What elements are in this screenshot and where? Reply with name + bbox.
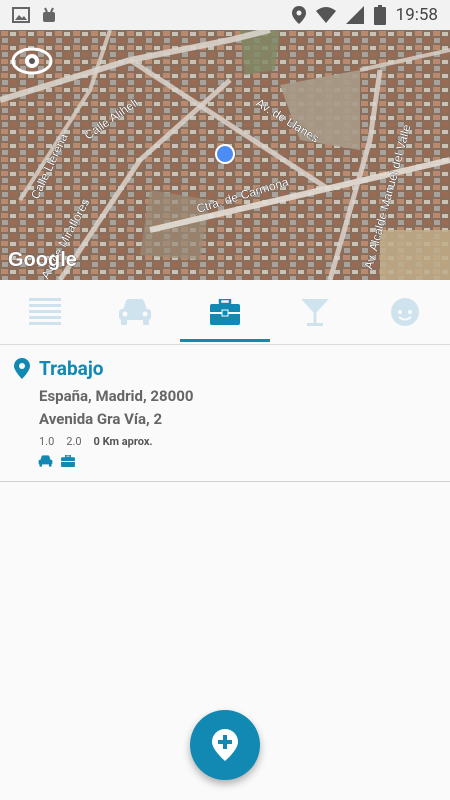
current-location-dot bbox=[215, 144, 235, 164]
location-status-icon bbox=[291, 6, 306, 24]
tab-family[interactable] bbox=[360, 280, 450, 344]
briefcase-icon bbox=[61, 455, 75, 467]
car-icon bbox=[38, 455, 53, 467]
meta-value-2: 2.0 bbox=[66, 435, 82, 448]
car-icon bbox=[119, 299, 151, 325]
meta-value-1: 1.0 bbox=[39, 435, 55, 448]
tab-car[interactable] bbox=[90, 280, 180, 344]
location-card[interactable]: Trabajo España, Madrid, 28000 Avenida Gr… bbox=[0, 345, 450, 482]
signal-icon bbox=[345, 6, 364, 24]
wifi-icon bbox=[315, 7, 336, 23]
battery-icon bbox=[373, 5, 386, 25]
google-watermark: Google bbox=[8, 249, 77, 271]
location-title: Trabajo bbox=[39, 357, 104, 380]
tab-list[interactable] bbox=[0, 280, 90, 344]
distance-label: 0 Km aprox. bbox=[93, 435, 153, 448]
tab-work[interactable] bbox=[180, 280, 270, 344]
active-tab-indicator bbox=[180, 339, 270, 342]
image-notification-icon bbox=[12, 7, 30, 23]
address-line-1: España, Madrid, 28000 bbox=[39, 387, 194, 405]
status-time: 19:58 bbox=[395, 5, 438, 25]
status-bar: 19:58 bbox=[0, 0, 450, 30]
list-icon bbox=[29, 298, 61, 325]
location-category-icons bbox=[38, 455, 75, 467]
briefcase-icon bbox=[210, 299, 240, 325]
cocktail-icon bbox=[301, 299, 329, 326]
map-view[interactable]: Calle Llerena Calle Aliheli Av. de Llane… bbox=[0, 30, 450, 280]
tab-leisure[interactable] bbox=[270, 280, 360, 344]
category-tabs bbox=[0, 280, 450, 345]
android-notification-icon bbox=[43, 7, 55, 22]
add-location-button[interactable] bbox=[190, 710, 260, 780]
location-meta: 1.0 2.0 0 Km aprox. bbox=[39, 435, 153, 448]
map-pin-icon bbox=[14, 358, 30, 379]
address-line-2: Avenida Gra Vía, 2 bbox=[39, 410, 163, 428]
face-icon bbox=[391, 298, 419, 326]
add-location-icon bbox=[212, 729, 238, 761]
